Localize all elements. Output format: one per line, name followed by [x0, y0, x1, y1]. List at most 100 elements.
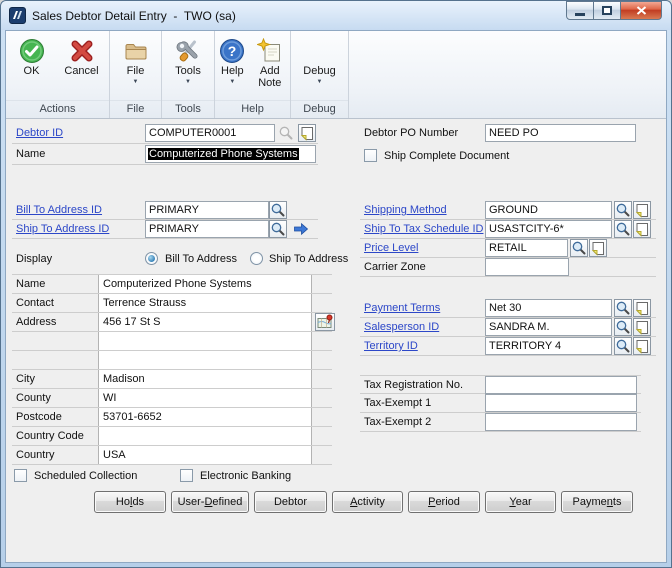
lookup-icon[interactable]: [269, 220, 287, 238]
ship-to-address-row: Ship To Address ID: [12, 220, 318, 239]
address-row-country-code: Country Code: [12, 427, 332, 446]
radio-bill-to-address-label[interactable]: Bill To Address: [165, 253, 237, 265]
name-input[interactable]: Computerized Phone Systems: [145, 145, 316, 163]
debtor-po-input[interactable]: [485, 124, 636, 142]
collection-options-row: Scheduled Collection Electronic Banking: [12, 468, 352, 485]
tax-exempt-1-input[interactable]: [485, 394, 637, 412]
name-value-selected: Computerized Phone Systems: [148, 148, 299, 160]
close-icon: [636, 6, 647, 15]
titlebar: Sales Debtor Detail Entry - TWO (sa): [1, 1, 671, 30]
note-icon[interactable]: [633, 337, 651, 355]
tax-registration-input[interactable]: [485, 376, 637, 394]
period-button[interactable]: Period: [408, 491, 480, 513]
address-row-contact: Contact Terrence Strauss: [12, 294, 332, 313]
electronic-banking-label[interactable]: Electronic Banking: [200, 470, 291, 482]
price-level-row: Price Level: [360, 239, 656, 258]
salesperson-input[interactable]: [485, 318, 612, 336]
lookup-icon[interactable]: [614, 201, 632, 219]
price-level-input[interactable]: [485, 239, 568, 257]
activity-button[interactable]: Activity: [332, 491, 403, 513]
form-content: Debtor ID Name: [6, 31, 666, 562]
debtor-id-label[interactable]: Debtor ID: [16, 127, 63, 139]
address-row-address3: [12, 351, 332, 370]
name-row: Name Computerized Phone Systems: [12, 145, 318, 165]
note-icon[interactable]: [589, 239, 607, 257]
shipping-method-label[interactable]: Shipping Method: [364, 204, 447, 216]
ship-complete-row: Ship Complete Document: [360, 148, 641, 165]
window-body: OK Cancel Actions: [5, 30, 667, 563]
tax-exempt-1-label: Tax-Exempt 1: [364, 397, 431, 409]
carrier-zone-row: Carrier Zone: [360, 258, 656, 277]
shipping-method-input[interactable]: [485, 201, 612, 219]
address-row-name: Name Computerized Phone Systems: [12, 275, 332, 294]
debtor-po-row: Debtor PO Number: [360, 124, 641, 144]
lookup-icon: [277, 125, 295, 141]
lookup-icon[interactable]: [570, 239, 588, 257]
debtor-id-input[interactable]: [145, 124, 275, 142]
electronic-banking-checkbox[interactable]: [180, 469, 193, 482]
ship-to-address-input[interactable]: [145, 220, 269, 238]
shipping-method-row: Shipping Method: [360, 201, 656, 220]
territory-input[interactable]: [485, 337, 612, 355]
expand-arrow-icon[interactable]: [292, 221, 310, 237]
tax-exempt-2-input[interactable]: [485, 413, 637, 431]
salesperson-row: Salesperson ID: [360, 318, 656, 337]
ship-complete-label[interactable]: Ship Complete Document: [384, 150, 509, 162]
note-icon[interactable]: [633, 201, 651, 219]
debtor-id-row: Debtor ID: [12, 124, 318, 144]
maximize-button[interactable]: [593, 1, 621, 20]
note-icon[interactable]: [633, 220, 651, 238]
lookup-icon[interactable]: [614, 220, 632, 238]
holds-button[interactable]: Holds: [94, 491, 166, 513]
note-icon[interactable]: [633, 299, 651, 317]
display-label: Display: [16, 253, 52, 265]
bill-to-address-label[interactable]: Bill To Address ID: [16, 204, 102, 216]
scheduled-collection-label[interactable]: Scheduled Collection: [34, 470, 137, 482]
carrier-zone-label: Carrier Zone: [364, 261, 426, 273]
tax-schedule-label[interactable]: Ship To Tax Schedule ID: [364, 223, 483, 235]
bill-to-address-input[interactable]: [145, 201, 269, 219]
map-pin-icon[interactable]: [315, 313, 335, 331]
tax-schedule-row: Ship To Tax Schedule ID: [360, 220, 656, 239]
tax-schedule-input[interactable]: [485, 220, 612, 238]
maximize-icon: [602, 6, 612, 15]
payment-terms-input[interactable]: [485, 299, 612, 317]
radio-ship-to-address[interactable]: [250, 252, 263, 265]
tax-exempt-2-label: Tax-Exempt 2: [364, 416, 431, 428]
salesperson-label[interactable]: Salesperson ID: [364, 321, 439, 333]
user-defined-button[interactable]: User-Defined: [171, 491, 249, 513]
radio-ship-to-address-label[interactable]: Ship To Address: [269, 253, 348, 265]
app-window: Sales Debtor Detail Entry - TWO (sa): [0, 0, 672, 568]
lookup-icon[interactable]: [614, 337, 632, 355]
note-icon[interactable]: [633, 318, 651, 336]
territory-label[interactable]: Territory ID: [364, 340, 418, 352]
year-button[interactable]: Year: [485, 491, 556, 513]
ship-to-address-label[interactable]: Ship To Address ID: [16, 223, 109, 235]
ship-complete-checkbox[interactable]: [364, 149, 377, 162]
display-row: Display Bill To Address Ship To Address: [12, 250, 318, 269]
lookup-icon[interactable]: [269, 201, 287, 219]
address-row-city: City Madison: [12, 370, 332, 389]
window-controls: [566, 1, 662, 20]
scheduled-collection-checkbox[interactable]: [14, 469, 27, 482]
payment-terms-label[interactable]: Payment Terms: [364, 302, 440, 314]
note-icon[interactable]: [298, 124, 316, 142]
lookup-icon[interactable]: [614, 318, 632, 336]
debtor-button[interactable]: Debtor: [254, 491, 327, 513]
price-level-label[interactable]: Price Level: [364, 242, 418, 254]
address-row-address2: [12, 332, 332, 351]
tax-exempt-2-row: Tax-Exempt 2: [360, 413, 641, 432]
carrier-zone-input[interactable]: [485, 258, 569, 276]
name-label: Name: [16, 148, 45, 160]
radio-bill-to-address[interactable]: [145, 252, 158, 265]
address-display-table: Name Computerized Phone Systems Contact …: [12, 274, 332, 465]
address-row-postcode: Postcode 53701-6652: [12, 408, 332, 427]
window-title: Sales Debtor Detail Entry - TWO (sa): [32, 9, 236, 23]
tax-exempt-1-row: Tax-Exempt 1: [360, 394, 641, 413]
address-row-address1: Address 456 17 St S: [12, 313, 332, 332]
address-row-country: Country USA: [12, 446, 332, 465]
payments-button[interactable]: Payments: [561, 491, 633, 513]
lookup-icon[interactable]: [614, 299, 632, 317]
close-button[interactable]: [620, 1, 662, 20]
minimize-button[interactable]: [566, 1, 594, 20]
